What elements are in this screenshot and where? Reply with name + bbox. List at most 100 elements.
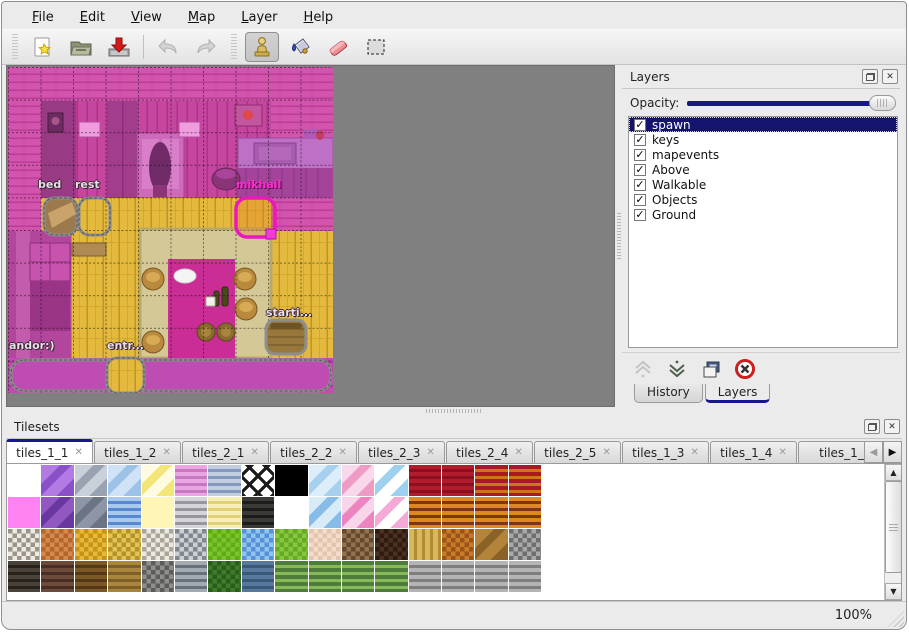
vertical-splitter[interactable]	[615, 65, 622, 407]
layer-row-keys[interactable]: keys	[629, 132, 897, 147]
tile-swatch[interactable]	[509, 465, 541, 496]
tile-swatch[interactable]	[442, 465, 474, 496]
tile-swatch[interactable]	[375, 497, 407, 528]
layer-row-mapevents[interactable]: mapevents	[629, 147, 897, 162]
save-map-button[interactable]	[102, 32, 136, 62]
tile-swatch[interactable]	[342, 497, 374, 528]
tile-swatch[interactable]	[309, 497, 341, 528]
tile-swatch[interactable]	[475, 497, 507, 528]
tile-swatch[interactable]	[175, 529, 207, 560]
tile-swatch[interactable]	[475, 465, 507, 496]
tab-close-icon[interactable]: ✕	[690, 447, 698, 458]
tile-swatch[interactable]	[442, 561, 474, 592]
menu-map[interactable]: Map	[188, 10, 215, 25]
tab-close-icon[interactable]: ✕	[250, 447, 258, 458]
tile-swatch[interactable]	[509, 497, 541, 528]
tile-swatch[interactable]	[8, 561, 40, 592]
new-map-button[interactable]	[26, 32, 60, 62]
toolbar-drag-handle-2[interactable]	[231, 34, 237, 60]
layers-float-button[interactable]	[862, 69, 878, 84]
layer-visibility-checkbox[interactable]	[634, 209, 646, 221]
tile-swatch[interactable]	[41, 465, 73, 496]
tile-swatch[interactable]	[342, 529, 374, 560]
lower-layer-button[interactable]	[666, 358, 688, 380]
menu-layer[interactable]: Layer	[241, 10, 277, 25]
opacity-slider[interactable]	[687, 95, 896, 111]
eraser-button[interactable]	[321, 32, 355, 62]
tile-swatch[interactable]	[409, 465, 441, 496]
tile-swatch[interactable]	[309, 465, 341, 496]
tile-swatch[interactable]	[375, 529, 407, 560]
layer-visibility-checkbox[interactable]	[634, 119, 646, 131]
tile-swatch[interactable]	[309, 529, 341, 560]
tile-swatch[interactable]	[509, 529, 541, 560]
tile-swatch[interactable]	[375, 465, 407, 496]
tile-swatch[interactable]	[475, 529, 507, 560]
tile-swatch[interactable]	[41, 529, 73, 560]
tileset-tab-tiles_1_2[interactable]: tiles_1_2✕	[94, 441, 181, 463]
resize-grip[interactable]	[888, 611, 904, 627]
tile-swatch[interactable]	[108, 561, 140, 592]
tab-layers[interactable]: Layers	[705, 384, 771, 403]
tileset-tab-tiles_1_1[interactable]: tiles_1_1✕	[6, 439, 93, 463]
map-object-bed[interactable]	[44, 198, 77, 235]
menu-view[interactable]: View	[131, 10, 162, 25]
map-view[interactable]: bed rest mikhail andor:) entr... starti.…	[6, 65, 615, 407]
tileset-tab-tiles_2_4[interactable]: tiles_2_4✕	[446, 441, 533, 463]
scroll-down-button[interactable]: ▼	[885, 583, 902, 600]
horizontal-splitter[interactable]	[2, 407, 906, 415]
map-object-andor[interactable]	[11, 360, 331, 391]
menu-file[interactable]: File	[32, 10, 54, 25]
tile-swatch[interactable]	[108, 465, 140, 496]
tile-swatch[interactable]	[142, 529, 174, 560]
tab-close-icon[interactable]: ✕	[514, 447, 522, 458]
layer-row-ground[interactable]: Ground	[629, 207, 897, 222]
tile-swatch[interactable]	[275, 529, 307, 560]
tile-swatch[interactable]	[409, 561, 441, 592]
layer-visibility-checkbox[interactable]	[634, 164, 646, 176]
tile-swatch[interactable]	[75, 497, 107, 528]
tab-close-icon[interactable]: ✕	[778, 447, 786, 458]
tile-swatch[interactable]	[8, 497, 40, 528]
tileset-tab-tiles_1_3[interactable]: tiles_1_3✕	[622, 441, 709, 463]
undo-button[interactable]	[151, 32, 185, 62]
tileset-tab-tiles_2_5[interactable]: tiles_2_5✕	[534, 441, 621, 463]
tile-swatch[interactable]	[509, 561, 541, 592]
tile-swatch[interactable]	[75, 529, 107, 560]
layer-row-spawn[interactable]: spawn	[629, 117, 897, 132]
tile-swatch[interactable]	[108, 497, 140, 528]
map-object-starti[interactable]	[266, 320, 306, 354]
scroll-up-button[interactable]: ▲	[885, 464, 902, 481]
tile-swatch[interactable]	[208, 561, 240, 592]
tile-swatch[interactable]	[275, 465, 307, 496]
tile-swatch[interactable]	[475, 561, 507, 592]
tab-history[interactable]: History	[634, 384, 703, 403]
tile-swatch[interactable]	[375, 561, 407, 592]
tile-swatch[interactable]	[442, 529, 474, 560]
tile-swatch[interactable]	[8, 465, 40, 496]
stamp-brush-button[interactable]	[245, 32, 279, 62]
tile-swatch[interactable]	[41, 561, 73, 592]
tile-swatch[interactable]	[8, 529, 40, 560]
tilesets-float-button[interactable]	[864, 419, 880, 434]
duplicate-layer-button[interactable]	[700, 358, 722, 380]
tile-swatch[interactable]	[208, 529, 240, 560]
menu-help[interactable]: Help	[304, 10, 334, 25]
tile-swatch[interactable]	[342, 561, 374, 592]
layer-row-objects[interactable]: Objects	[629, 192, 897, 207]
bucket-fill-button[interactable]	[283, 32, 317, 62]
layer-visibility-checkbox[interactable]	[634, 149, 646, 161]
tileset-tab-tiles_2_3[interactable]: tiles_2_3✕	[358, 441, 445, 463]
tilesets-close-button[interactable]: ✕	[884, 419, 900, 434]
tile-swatch[interactable]	[409, 529, 441, 560]
scrollbar-thumb[interactable]	[885, 481, 902, 573]
layer-visibility-checkbox[interactable]	[634, 179, 646, 191]
layer-visibility-checkbox[interactable]	[634, 194, 646, 206]
layer-row-above[interactable]: Above	[629, 162, 897, 177]
tile-swatch[interactable]	[208, 497, 240, 528]
tileset-tab-tiles_2_1[interactable]: tiles_2_1✕	[182, 441, 269, 463]
open-map-button[interactable]	[64, 32, 98, 62]
tile-swatch[interactable]	[142, 561, 174, 592]
rectangular-select-button[interactable]	[359, 32, 393, 62]
tile-swatch[interactable]	[175, 561, 207, 592]
